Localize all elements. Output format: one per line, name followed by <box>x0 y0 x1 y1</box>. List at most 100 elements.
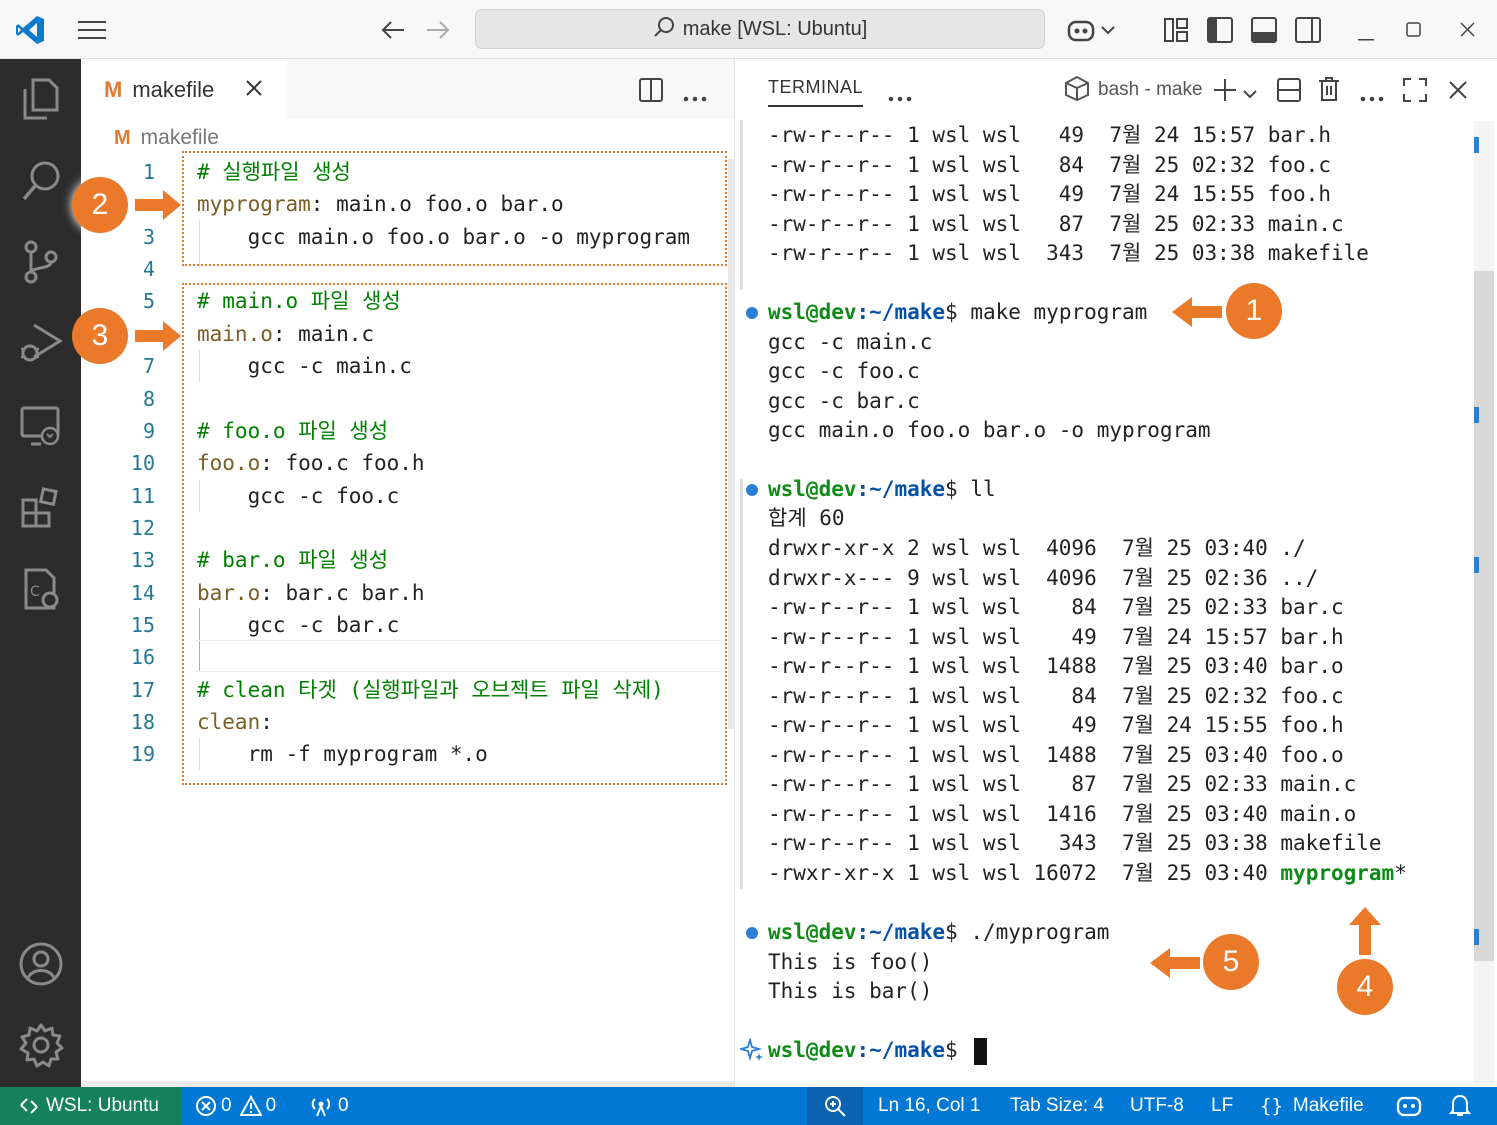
command-decoration[interactable] <box>746 484 758 496</box>
error-icon <box>196 1096 216 1116</box>
encoding[interactable]: UTF-8 <box>1130 1087 1184 1125</box>
command-center-search[interactable]: make [WSL: Ubuntu] <box>475 9 1045 49</box>
prompt-user: wsl@dev <box>768 1038 857 1062</box>
forward-arrow-icon[interactable] <box>425 18 451 46</box>
source-control-icon[interactable] <box>0 232 81 292</box>
tab-label: makefile <box>132 77 215 102</box>
prompt-user: wsl@dev <box>768 300 857 324</box>
problems-indicator[interactable]: 0 0 <box>195 1087 276 1125</box>
command-decoration[interactable] <box>746 927 758 939</box>
language-mode[interactable]: {} Makefile <box>1260 1087 1364 1125</box>
cmake-tools-icon[interactable]: C <box>0 559 81 619</box>
command-group-bar <box>740 120 743 290</box>
extensions-icon[interactable] <box>0 477 81 537</box>
explorer-icon[interactable] <box>0 69 81 129</box>
terminal-line: 합계 60 <box>768 506 845 530</box>
prompt-user: wsl@dev <box>768 477 857 501</box>
line-number: 12 <box>130 516 155 540</box>
prompt-path: :~/make <box>856 477 946 501</box>
tab-size[interactable]: Tab Size: 4 <box>1010 1087 1104 1125</box>
terminal-line: drwxr-xr-x 2 wsl wsl 4096 7월 25 03:40 ./ <box>768 536 1306 560</box>
arrow-right-icon <box>135 321 183 355</box>
terminal-prompt: wsl@dev:~/make$ make myprogram <box>768 297 1147 327</box>
prompt-command: $ ll <box>945 477 996 501</box>
shell-label: bash - make <box>1098 79 1203 100</box>
toggle-panel-icon[interactable] <box>1251 17 1277 47</box>
kill-terminal-icon[interactable] <box>1318 76 1340 106</box>
terminal-line: gcc -c foo.c <box>768 359 920 383</box>
terminal-shell-selector[interactable]: bash - make <box>1064 75 1203 104</box>
terminal-prompt[interactable]: wsl@dev:~/make$ <box>768 1035 988 1065</box>
warning-icon <box>239 1095 262 1116</box>
search-icon <box>653 16 675 42</box>
line-number: 16 <box>130 645 155 669</box>
panel-more-icon[interactable] <box>888 87 912 106</box>
close-tab-icon[interactable] <box>245 79 263 101</box>
run-debug-icon[interactable] <box>0 312 81 372</box>
prompt-path: :~/make <box>856 920 946 944</box>
line-number: 5 <box>142 289 155 313</box>
sparkle-icon[interactable] <box>737 1036 764 1066</box>
terminal-scroll-thumb[interactable] <box>1474 271 1494 961</box>
split-terminal-icon[interactable] <box>1277 78 1301 106</box>
prompt-path: :~/make <box>856 300 946 324</box>
editor-scrollbar[interactable] <box>728 159 734 729</box>
terminal-line: This is foo() <box>768 950 933 974</box>
tab-terminal[interactable]: TERMINAL <box>768 77 864 107</box>
title-bar: make [WSL: Ubuntu] <box>0 0 1497 59</box>
split-editor-icon[interactable] <box>639 78 663 106</box>
broadcast-icon <box>311 1098 331 1117</box>
search-icon[interactable] <box>0 151 81 211</box>
tab-makefile[interactable]: M makefile <box>81 59 286 119</box>
copilot-status-icon[interactable] <box>1396 1087 1422 1125</box>
ports-indicator[interactable]: 0 <box>310 1087 349 1125</box>
terminal-cursor <box>974 1037 988 1065</box>
toggle-sidebar-icon[interactable] <box>1207 17 1233 47</box>
terminal-line: -rw-r--r-- 1 wsl wsl 49 7월 24 15:57 bar.… <box>768 123 1331 147</box>
line-number: 17 <box>130 678 155 702</box>
prompt-command: $ <box>945 1038 971 1062</box>
terminal-line: -rw-r--r-- 1 wsl wsl 49 7월 24 15:57 bar.… <box>768 625 1344 649</box>
accounts-icon[interactable] <box>0 934 81 994</box>
command-decoration[interactable] <box>746 307 758 319</box>
scroll-marker <box>1474 557 1479 573</box>
chevron-down-icon[interactable] <box>1242 85 1258 104</box>
terminal-more-icon[interactable] <box>1360 87 1384 106</box>
terminal-line: gcc main.o foo.o bar.o -o myprogram <box>768 418 1211 442</box>
new-terminal-icon[interactable] <box>1213 78 1239 106</box>
terminal-line: -rw-r--r-- 1 wsl wsl 49 7월 24 15:55 foo.… <box>768 182 1331 206</box>
terminal-line: -rw-r--r-- 1 wsl wsl 343 7월 25 03:38 mak… <box>768 241 1369 265</box>
remote-indicator[interactable]: WSL: Ubuntu <box>0 1087 181 1125</box>
menu-icon[interactable] <box>78 20 106 44</box>
copilot-menu-icon[interactable] <box>1066 16 1116 44</box>
remote-explorer-icon[interactable] <box>0 396 81 456</box>
minimize-icon[interactable] <box>1358 28 1374 47</box>
end-of-line[interactable]: LF <box>1211 1087 1233 1125</box>
zoom-indicator[interactable] <box>807 1087 863 1125</box>
error-count: 0 <box>221 1095 232 1116</box>
line-number: 11 <box>130 484 155 508</box>
maximize-panel-icon[interactable] <box>1403 78 1427 106</box>
back-arrow-icon[interactable] <box>380 18 406 46</box>
terminal-line: -rw-r--r-- 1 wsl wsl 1416 7월 25 03:40 ma… <box>768 802 1357 826</box>
terminal-line: -rw-r--r-- 1 wsl wsl 87 7월 25 02:33 main… <box>768 212 1344 236</box>
close-panel-icon[interactable] <box>1449 81 1467 103</box>
toggle-secondary-sidebar-icon[interactable] <box>1295 17 1321 47</box>
close-window-icon[interactable] <box>1460 22 1475 41</box>
breadcrumb[interactable]: M makefile <box>114 125 219 151</box>
terminal-line: -rw-r--r-- 1 wsl wsl 49 7월 24 15:55 foo.… <box>768 713 1344 737</box>
customize-layout-icon[interactable] <box>1164 18 1188 46</box>
terminal-prompt: wsl@dev:~/make$ ll <box>768 474 996 504</box>
maximize-icon[interactable] <box>1406 22 1421 41</box>
terminal-line: -rw-r--r-- 1 wsl wsl 343 7월 25 03:38 mak… <box>768 831 1382 855</box>
prompt-command: $ ./myprogram <box>945 920 1110 944</box>
language-label: Makefile <box>1292 1095 1364 1116</box>
more-actions-icon[interactable] <box>683 87 707 106</box>
activity-bar: C <box>0 59 81 1087</box>
line-number: 9 <box>142 419 155 443</box>
notifications-bell-icon[interactable] <box>1449 1087 1471 1125</box>
line-number: 8 <box>142 387 155 411</box>
cursor-position[interactable]: Ln 16, Col 1 <box>878 1087 980 1125</box>
annotation-badge: 3 <box>72 308 128 364</box>
settings-gear-icon[interactable] <box>0 1015 81 1075</box>
